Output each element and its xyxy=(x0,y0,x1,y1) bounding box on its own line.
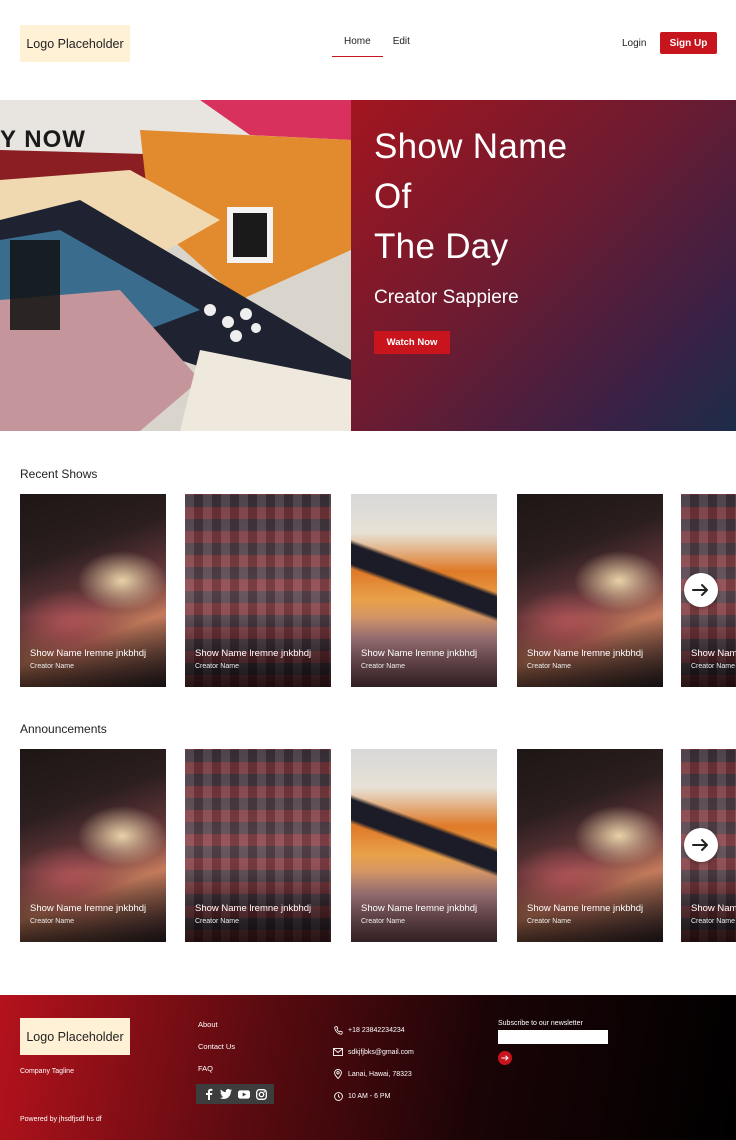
twitter-icon[interactable] xyxy=(220,1088,233,1100)
arrow-right-icon xyxy=(692,839,708,851)
hero-title-line: Of xyxy=(374,177,412,216)
powered-by: Powered by jhsdfjsdf hs df xyxy=(20,1116,102,1123)
contact-text[interactable]: sdkjfjbks@gmail.com xyxy=(348,1049,414,1056)
contact-text: 10 AM - 6 PM xyxy=(348,1092,391,1100)
announcements-row: Show Name lremne jnkbhdj Creator Name Sh… xyxy=(0,749,736,942)
contact-address: Lanai, Hawai, 78323 xyxy=(333,1063,414,1085)
location-pin-icon xyxy=(333,1069,343,1079)
card-title: Show Name lremne jnkbhdj xyxy=(361,648,478,659)
newsletter-submit-button[interactable] xyxy=(498,1051,512,1065)
card-title: Show Name lremne jnkbhdj xyxy=(527,903,644,914)
main-nav: Home Edit xyxy=(332,36,420,57)
card-creator: Creator Name xyxy=(527,918,571,925)
announcement-card[interactable]: Show Name lremne jnkbhdj Creator Name xyxy=(185,749,331,942)
site-header: Logo Placeholder Home Edit Login Sign Up xyxy=(0,0,736,100)
social-links xyxy=(196,1084,274,1104)
card-title: Show Name lremne jnkbhdj xyxy=(195,903,312,914)
hero-image: Y NOW xyxy=(0,100,351,431)
login-link[interactable]: Login xyxy=(622,38,646,49)
hero-title: Show Name Of The Day xyxy=(374,122,567,272)
clock-icon xyxy=(333,1091,343,1101)
footer-link-about[interactable]: About xyxy=(198,1020,235,1042)
card-creator: Creator Name xyxy=(195,918,239,925)
facebook-icon[interactable] xyxy=(203,1088,215,1100)
newsletter-label: Subscribe to our newsletter xyxy=(498,1020,583,1027)
mail-icon xyxy=(333,1047,343,1057)
nav-home[interactable]: Home xyxy=(332,36,383,57)
announcement-card[interactable]: Show Name lremne jnkbhdj Creator Name xyxy=(351,749,497,942)
newsletter-email-input[interactable] xyxy=(498,1030,608,1044)
footer-link-contact[interactable]: Contact Us xyxy=(198,1042,235,1064)
logo[interactable]: Logo Placeholder xyxy=(20,25,130,62)
signup-button[interactable]: Sign Up xyxy=(660,32,717,54)
carousel-next-button[interactable] xyxy=(684,828,718,862)
show-card[interactable]: Show Name lremne jnkbhdj Creator Name xyxy=(517,494,663,687)
footer-links: About Contact Us FAQ xyxy=(198,1020,235,1086)
contact-phone: +18 23842234234 xyxy=(333,1019,414,1041)
carousel-next-button[interactable] xyxy=(684,573,718,607)
card-creator: Creator Name xyxy=(195,663,239,670)
hero-poster-text: Y NOW xyxy=(0,126,86,153)
youtube-icon[interactable] xyxy=(237,1088,250,1100)
announcement-card[interactable]: Show Name lremne jnkbhdj Creator Name xyxy=(20,749,166,942)
hero-creator: Creator Sappiere xyxy=(374,287,519,308)
footer-logo[interactable]: Logo Placeholder xyxy=(20,1018,130,1055)
card-creator: Creator Name xyxy=(30,918,74,925)
hero-title-line: The Day xyxy=(374,227,509,266)
card-title: Show Name lremne jnkbhdj xyxy=(527,648,644,659)
card-creator: Creator Name xyxy=(691,918,735,925)
card-title: Show Name lremne jnkbhdj xyxy=(361,903,478,914)
card-creator: Creator Name xyxy=(361,663,405,670)
show-card[interactable]: Show Name lremne jnkbhdj Creator Name xyxy=(20,494,166,687)
watch-now-button[interactable]: Watch Now xyxy=(374,331,450,354)
show-card[interactable]: Show Name lremne jnkbhdj Creator Name xyxy=(185,494,331,687)
card-creator: Creator Name xyxy=(691,663,735,670)
card-title: Show Name lremne jnkbhdj xyxy=(30,648,147,659)
company-tagline: Company Tagline xyxy=(20,1068,74,1075)
announcements-heading: Announcements xyxy=(20,722,107,736)
contact-email: sdkjfjbks@gmail.com xyxy=(333,1041,414,1063)
nav-edit[interactable]: Edit xyxy=(383,36,420,57)
card-title: Show Name lremne jnkbhdj xyxy=(30,903,147,914)
hero-banner: Y NOW Show Name Of The Day Creator Sappi… xyxy=(0,100,736,431)
contact-hours: 10 AM - 6 PM xyxy=(333,1085,414,1107)
instagram-icon[interactable] xyxy=(255,1088,267,1100)
card-creator: Creator Name xyxy=(527,663,571,670)
contact-text: Lanai, Hawai, 78323 xyxy=(348,1070,412,1078)
recent-shows-row: Show Name lremne jnkbhdj Creator Name Sh… xyxy=(0,494,736,687)
footer-link-faq[interactable]: FAQ xyxy=(198,1064,235,1086)
card-title: Show Nam xyxy=(691,648,736,659)
card-creator: Creator Name xyxy=(30,663,74,670)
hero-title-line: Show Name xyxy=(374,127,568,166)
card-title: Show Nam xyxy=(691,903,736,914)
card-title: Show Name lremne jnkbhdj xyxy=(195,648,312,659)
hero-info-panel: Show Name Of The Day Creator Sappiere Wa… xyxy=(351,100,736,431)
contact-text: +18 23842234234 xyxy=(348,1026,405,1034)
arrow-right-icon xyxy=(501,1055,509,1061)
show-card[interactable]: Show Name lremne jnkbhdj Creator Name xyxy=(351,494,497,687)
contact-info: +18 23842234234 sdkjfjbks@gmail.com Lana… xyxy=(333,1019,414,1107)
arrow-right-icon xyxy=(692,584,708,596)
announcement-card[interactable]: Show Name lremne jnkbhdj Creator Name xyxy=(517,749,663,942)
card-creator: Creator Name xyxy=(361,918,405,925)
phone-icon xyxy=(333,1025,343,1035)
recent-shows-heading: Recent Shows xyxy=(20,467,98,481)
site-footer: Logo Placeholder Company Tagline Powered… xyxy=(0,995,736,1140)
